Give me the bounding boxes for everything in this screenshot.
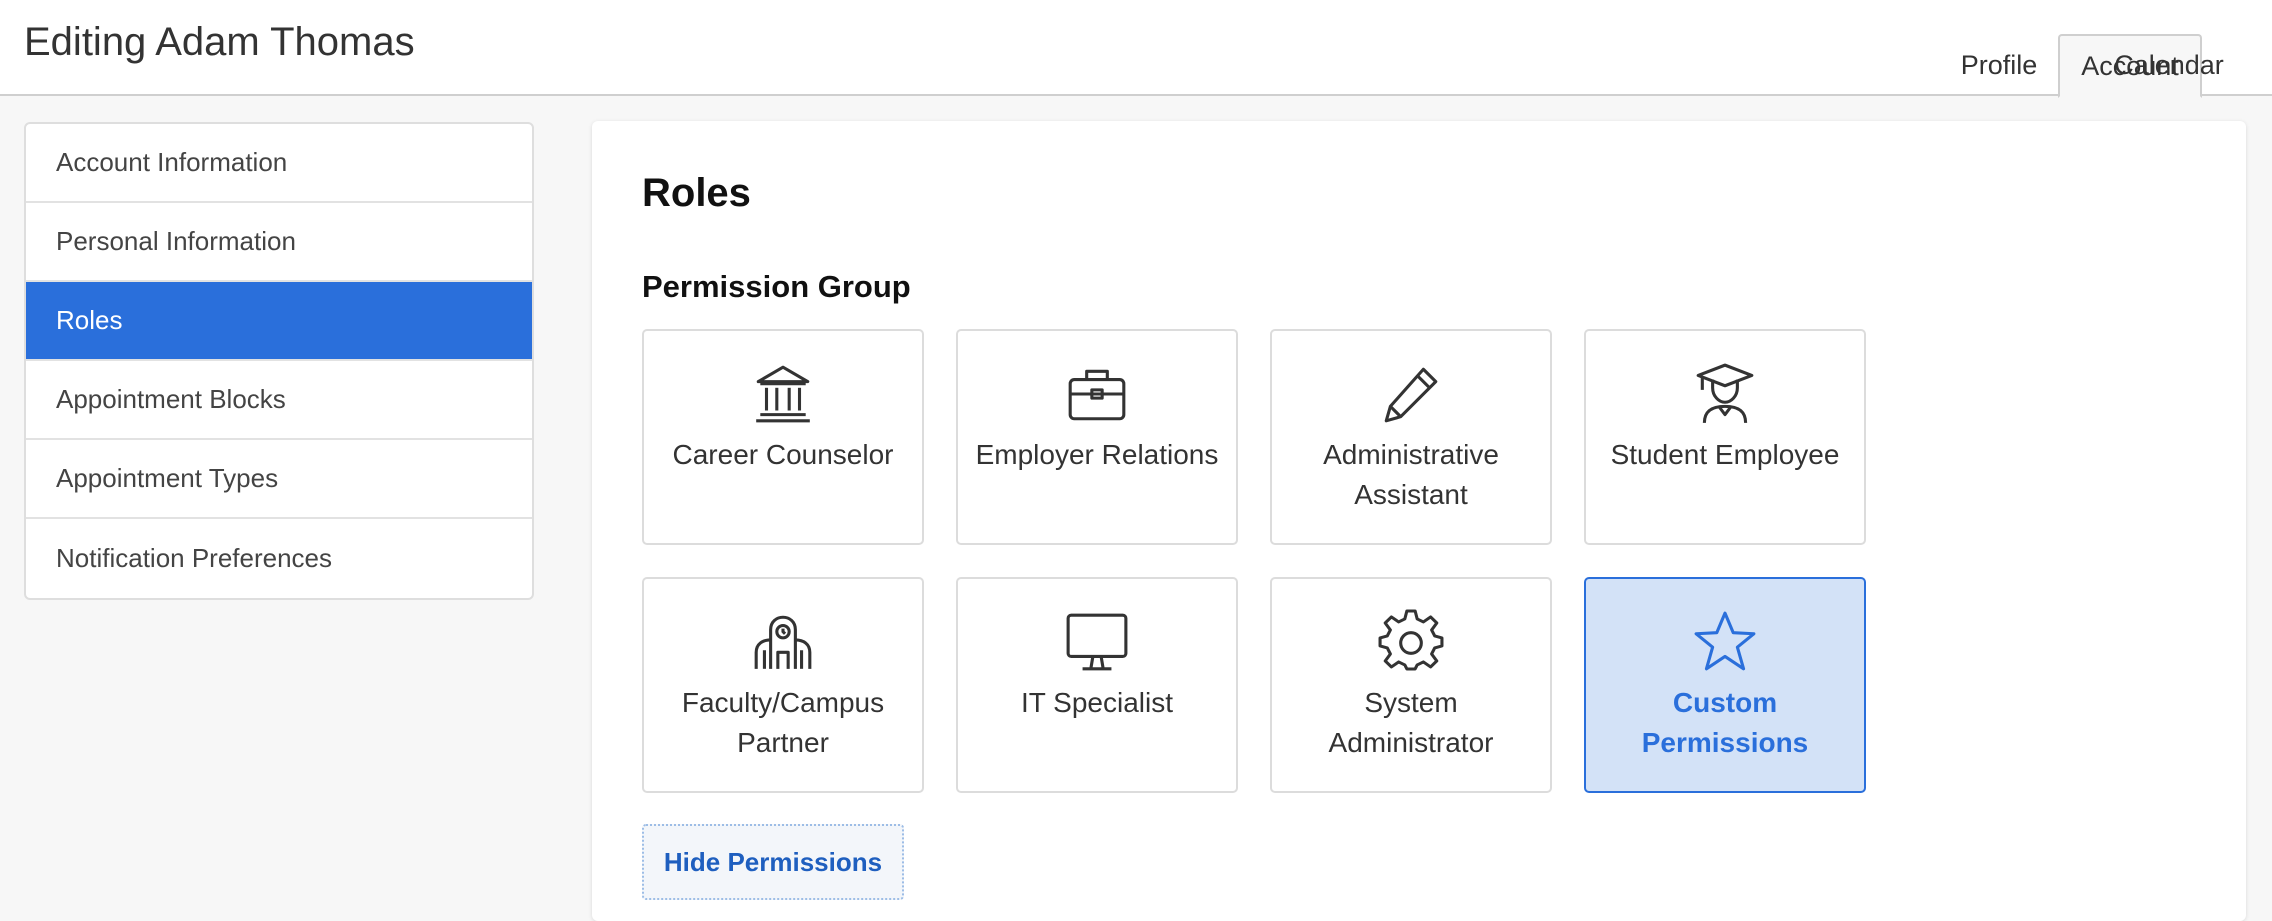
star-icon [1692, 609, 1758, 675]
pencil-icon [1378, 361, 1444, 427]
tab-profile[interactable]: Profile [1942, 34, 2056, 96]
role-card-label: Employer Relations [975, 439, 1219, 470]
role-card-label: Custom Permissions [1641, 687, 1809, 758]
briefcase-icon [1064, 361, 1130, 427]
role-card-it-specialist[interactable]: IT Specialist [956, 577, 1238, 793]
roles-panel: Roles Permission Group Career Counselor [592, 121, 2246, 921]
role-card-career-counselor[interactable]: Career Counselor [642, 329, 924, 545]
role-card-employer-relations[interactable]: Employer Relations [956, 329, 1238, 545]
role-card-label: Student Employee [1610, 439, 1840, 470]
role-card-administrative-assistant[interactable]: Administrative Assistant [1270, 329, 1552, 545]
role-card-custom-permissions[interactable]: Custom Permissions [1584, 577, 1866, 793]
sidebar-item-appointment-blocks[interactable]: Appointment Blocks [26, 361, 532, 440]
role-card-label: Administrative Assistant [1323, 439, 1499, 510]
role-card-label: Career Counselor [672, 439, 894, 470]
page-header: Editing Adam Thomas Profile Account Cale… [0, 0, 2272, 98]
role-card-label: Faculty/Campus Partner [681, 687, 885, 758]
sidebar-item-personal-information[interactable]: Personal Information [26, 203, 532, 282]
role-card-student-employee[interactable]: Student Employee [1584, 329, 1866, 545]
gear-icon [1378, 609, 1444, 675]
permission-group-title: Permission Group [642, 269, 911, 304]
school-building-icon [750, 609, 816, 675]
role-card-label: IT Specialist [1021, 687, 1173, 718]
page-title: Editing Adam Thomas [24, 20, 415, 64]
sidebar-item-notification-preferences[interactable]: Notification Preferences [26, 519, 532, 598]
tab-calendar[interactable]: Calendar [2094, 34, 2244, 96]
sidebar-item-account-information[interactable]: Account Information [26, 124, 532, 203]
role-card-label: System Administrator [1328, 687, 1494, 758]
role-card-system-administrator[interactable]: System Administrator [1270, 577, 1552, 793]
bank-icon [750, 361, 816, 427]
sidebar-item-roles[interactable]: Roles [26, 282, 532, 361]
sidebar-item-appointment-types[interactable]: Appointment Types [26, 440, 532, 519]
section-title: Roles [642, 171, 751, 215]
hide-permissions-button[interactable]: Hide Permissions [642, 824, 904, 900]
graduate-icon [1692, 361, 1758, 427]
monitor-icon [1064, 609, 1130, 675]
role-card-faculty-campus-partner[interactable]: Faculty/Campus Partner [642, 577, 924, 793]
sidebar-nav: Account Information Personal Information… [24, 122, 534, 600]
